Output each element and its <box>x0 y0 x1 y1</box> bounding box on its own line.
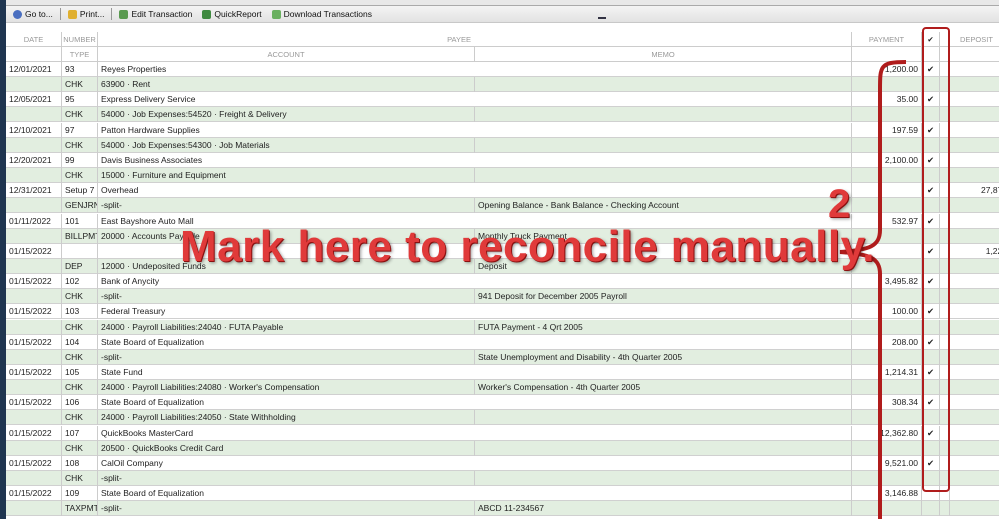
annotation-text: Mark here to reconcile manually. <box>180 222 875 271</box>
step-number: 2 <box>828 182 851 226</box>
